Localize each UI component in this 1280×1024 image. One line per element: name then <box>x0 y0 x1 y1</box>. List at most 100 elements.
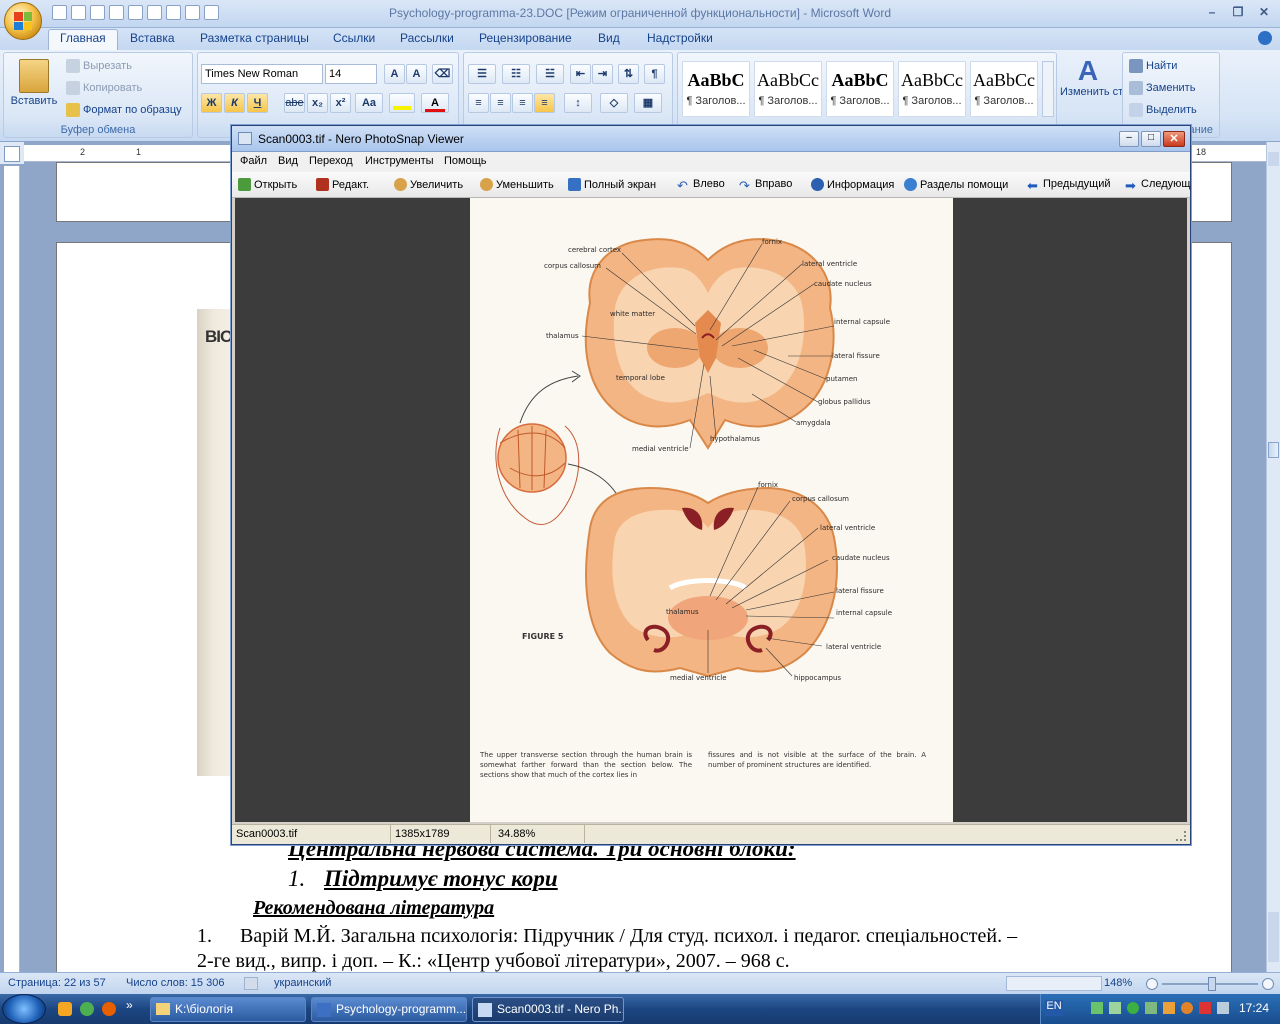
zoom-in-button[interactable]: Увеличить <box>394 178 463 191</box>
style-heading-1[interactable]: AaBbC ¶ Заголов... <box>682 61 750 117</box>
font-family-select[interactable]: Times New Roman <box>201 64 323 84</box>
increase-indent-button[interactable]: ⇥ <box>592 64 613 84</box>
replace-button[interactable]: Заменить <box>1129 81 1195 95</box>
style-heading-5[interactable]: AaBbCc ¶ Заголов... <box>970 61 1038 117</box>
underline-button[interactable]: Ч <box>247 93 268 113</box>
chrome-icon[interactable] <box>80 1002 94 1016</box>
network-icon[interactable] <box>1109 1002 1121 1014</box>
view-buttons[interactable] <box>1006 976 1102 991</box>
help-topics-button[interactable]: Разделы помощи <box>904 178 1008 191</box>
taskbar-item-word[interactable]: Psychology-programm... <box>311 997 467 1022</box>
align-left-button[interactable]: ≡ <box>468 93 489 113</box>
change-case-button[interactable]: Aa <box>355 93 383 113</box>
tab-references[interactable]: Ссылки <box>333 31 375 45</box>
language-indicator[interactable]: EN <box>1045 1000 1063 1016</box>
align-center-button[interactable]: ≡ <box>490 93 511 113</box>
align-right-button[interactable]: ≡ <box>512 93 533 113</box>
zoom-slider-thumb[interactable] <box>1208 977 1216 991</box>
page-count[interactable]: Страница: 22 из 57 <box>8 977 106 989</box>
nero-minimize-icon[interactable]: – <box>1119 131 1139 147</box>
next-button[interactable]: ➡ Следующ <box>1125 178 1190 193</box>
nero-maximize-icon[interactable]: □ <box>1141 131 1161 147</box>
tab-page-layout[interactable]: Разметка страницы <box>200 31 309 45</box>
save-icon[interactable] <box>52 5 67 20</box>
menu-help[interactable]: Помощь <box>444 155 487 167</box>
bullets-button[interactable]: ☰ <box>468 64 496 84</box>
tab-mailings[interactable]: Рассылки <box>400 31 454 45</box>
zoom-level[interactable]: 148% <box>1104 977 1132 989</box>
image-viewport[interactable]: cerebral cortex corpus callosum white ma… <box>235 198 1187 822</box>
style-heading-3[interactable]: AaBbC ¶ Заголов... <box>826 61 894 117</box>
spelling-icon[interactable] <box>185 5 200 20</box>
tab-review[interactable]: Рецензирование <box>479 31 572 45</box>
fullscreen-button[interactable]: Полный экран <box>568 178 656 191</box>
style-heading-2[interactable]: AaBbCc ¶ Заголов... <box>754 61 822 117</box>
menu-go[interactable]: Переход <box>309 155 353 167</box>
shrink-font-button[interactable]: A <box>406 64 427 84</box>
tab-home[interactable]: Главная <box>48 29 118 50</box>
find-button[interactable]: Найти <box>1129 59 1177 73</box>
paste-button[interactable]: Вставить <box>8 57 60 121</box>
show-marks-button[interactable]: ¶ <box>644 64 665 84</box>
nero-viewer-window[interactable]: Scan0003.tif - Nero PhotoSnap Viewer – □… <box>231 125 1191 845</box>
zoom-out-button[interactable]: Уменьшить <box>480 178 554 191</box>
tab-insert[interactable]: Вставка <box>130 31 175 45</box>
cut-button[interactable]: Вырезать <box>66 59 132 73</box>
change-styles-button[interactable]: A Изменить стили <box>1060 56 1142 99</box>
menu-view[interactable]: Вид <box>278 155 298 167</box>
nero-close-icon[interactable]: ✕ <box>1163 131 1185 147</box>
previous-button[interactable]: ⬅ Предыдущий <box>1027 178 1110 193</box>
tray-app-icon[interactable] <box>1199 1002 1211 1014</box>
subscript-button[interactable]: x₂ <box>307 93 328 113</box>
zoom-in-icon[interactable] <box>1262 978 1274 990</box>
close-icon[interactable]: ✕ <box>1252 3 1276 21</box>
taskbar-item-folder[interactable]: K:\біологія <box>150 997 306 1022</box>
new-doc-icon[interactable] <box>109 5 124 20</box>
quicklaunch-icon[interactable] <box>58 1002 72 1016</box>
open-button[interactable]: Открыть <box>238 178 297 191</box>
style-heading-4[interactable]: AaBbCc ¶ Заголов... <box>898 61 966 117</box>
nero-title-bar[interactable]: Scan0003.tif - Nero PhotoSnap Viewer – □… <box>232 126 1190 152</box>
styles-scroll[interactable] <box>1042 61 1054 117</box>
language-status[interactable]: украинский <box>274 977 331 989</box>
italic-button[interactable]: К <box>224 93 245 113</box>
clear-format-button[interactable]: ⌫ <box>432 64 453 84</box>
word-count[interactable]: Число слов: 15 306 <box>126 977 224 989</box>
multilevel-list-button[interactable]: ☱ <box>536 64 564 84</box>
tray-app-icon[interactable] <box>1145 1002 1157 1014</box>
tray-app-icon[interactable] <box>1091 1002 1103 1014</box>
tab-addins[interactable]: Надстройки <box>647 31 713 45</box>
volume-icon[interactable] <box>1217 1002 1229 1014</box>
info-button[interactable]: Информация <box>811 178 894 191</box>
scroll-up-icon[interactable] <box>1268 152 1279 166</box>
justify-button[interactable]: ≡ <box>534 93 555 113</box>
firefox-icon[interactable] <box>102 1002 116 1016</box>
tray-app-icon[interactable] <box>1181 1002 1193 1014</box>
decrease-indent-button[interactable]: ⇤ <box>570 64 591 84</box>
menu-tools[interactable]: Инструменты <box>365 155 434 167</box>
undo-icon[interactable] <box>71 5 86 20</box>
edit-button[interactable]: Редакт. <box>316 178 369 191</box>
print-preview-icon[interactable] <box>147 5 162 20</box>
office-button[interactable] <box>4 2 42 40</box>
format-painter-button[interactable]: Формат по образцу <box>66 103 182 117</box>
vertical-ruler[interactable] <box>4 166 20 972</box>
proofing-icon[interactable] <box>244 977 258 990</box>
redo-icon[interactable] <box>90 5 105 20</box>
skype-icon[interactable] <box>1127 1002 1139 1014</box>
vertical-scrollbar[interactable] <box>1266 142 1280 972</box>
strikethrough-button[interactable]: abe <box>284 93 305 113</box>
line-spacing-button[interactable]: ↕ <box>564 93 592 113</box>
tab-view[interactable]: Вид <box>598 31 620 45</box>
highlight-button[interactable] <box>389 93 415 113</box>
rotate-right-button[interactable]: ↷ Вправо <box>739 178 792 193</box>
open-icon[interactable] <box>128 5 143 20</box>
quick-print-icon[interactable] <box>204 5 219 20</box>
taskbar-item-nero[interactable]: Scan0003.tif - Nero Ph... <box>472 997 624 1022</box>
select-button[interactable]: Выделить <box>1129 103 1197 117</box>
scroll-thumb[interactable] <box>1268 442 1279 458</box>
shading-button[interactable]: ◇ <box>600 93 628 113</box>
clock[interactable]: 17:24 <box>1239 1001 1269 1015</box>
numbering-button[interactable]: ☷ <box>502 64 530 84</box>
font-size-select[interactable]: 14 <box>325 64 377 84</box>
